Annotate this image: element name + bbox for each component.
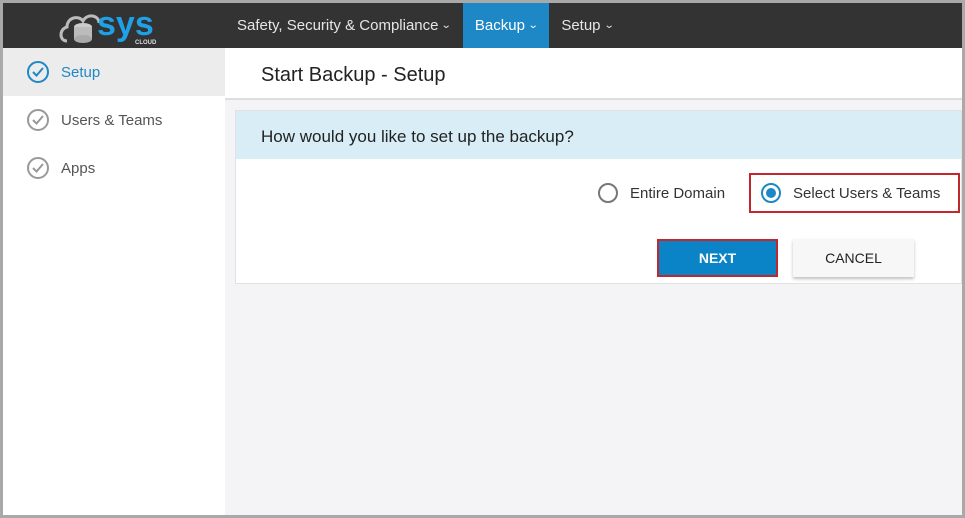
nav-label: Setup (561, 17, 601, 34)
sidebar-item-label: Users & Teams (61, 111, 163, 129)
check-circle-icon (27, 61, 49, 83)
check-circle-icon (27, 157, 49, 179)
setup-card: How would you like to set up the backup?… (235, 110, 962, 284)
chevron-down-icon: ⌄ (441, 20, 453, 31)
sidebar: Setup Users & Teams Apps (3, 48, 225, 515)
top-navbar: sys CLOUD Safety, Security & Compliance ⌄… (3, 3, 962, 48)
next-button[interactable]: NEXT (657, 239, 778, 277)
radio-select-users-teams[interactable]: Select Users & Teams (749, 173, 961, 213)
radio-label: Entire Domain (630, 184, 726, 202)
nav-label: Backup (474, 17, 525, 34)
setup-question: How would you like to set up the backup? (236, 111, 961, 159)
radio-label: Select Users & Teams (793, 184, 941, 202)
radio-checked-icon (761, 183, 782, 203)
app-window: sys CLOUD Safety, Security & Compliance ⌄… (3, 3, 962, 515)
syscloud-logo[interactable]: sys CLOUD (59, 5, 169, 47)
sidebar-item-apps[interactable]: Apps (3, 144, 225, 192)
nav-label: Safety, Security & Compliance (237, 17, 439, 34)
sidebar-item-setup[interactable]: Setup (3, 48, 225, 96)
cancel-button[interactable]: CANCEL (793, 239, 914, 277)
radio-entire-domain[interactable]: Entire Domain (598, 183, 725, 203)
sidebar-item-label: Apps (61, 159, 96, 177)
svg-text:CLOUD: CLOUD (135, 40, 157, 46)
page-title: Start Backup - Setup (261, 64, 446, 86)
sidebar-item-label: Setup (61, 63, 101, 81)
radio-unchecked-icon (598, 183, 618, 203)
nav-backup[interactable]: Backup ⌄ (462, 3, 550, 48)
sidebar-item-users-teams[interactable]: Users & Teams (3, 96, 225, 144)
nav-setup[interactable]: Setup ⌄ (549, 3, 625, 48)
page-header: Start Backup - Setup (225, 48, 962, 100)
check-circle-icon (27, 109, 49, 131)
nav-safety-security-compliance[interactable]: Safety, Security & Compliance ⌄ (225, 3, 463, 48)
chevron-down-icon: ⌄ (603, 20, 615, 31)
chevron-down-icon: ⌄ (527, 20, 539, 31)
svg-text:sys: sys (97, 5, 154, 43)
